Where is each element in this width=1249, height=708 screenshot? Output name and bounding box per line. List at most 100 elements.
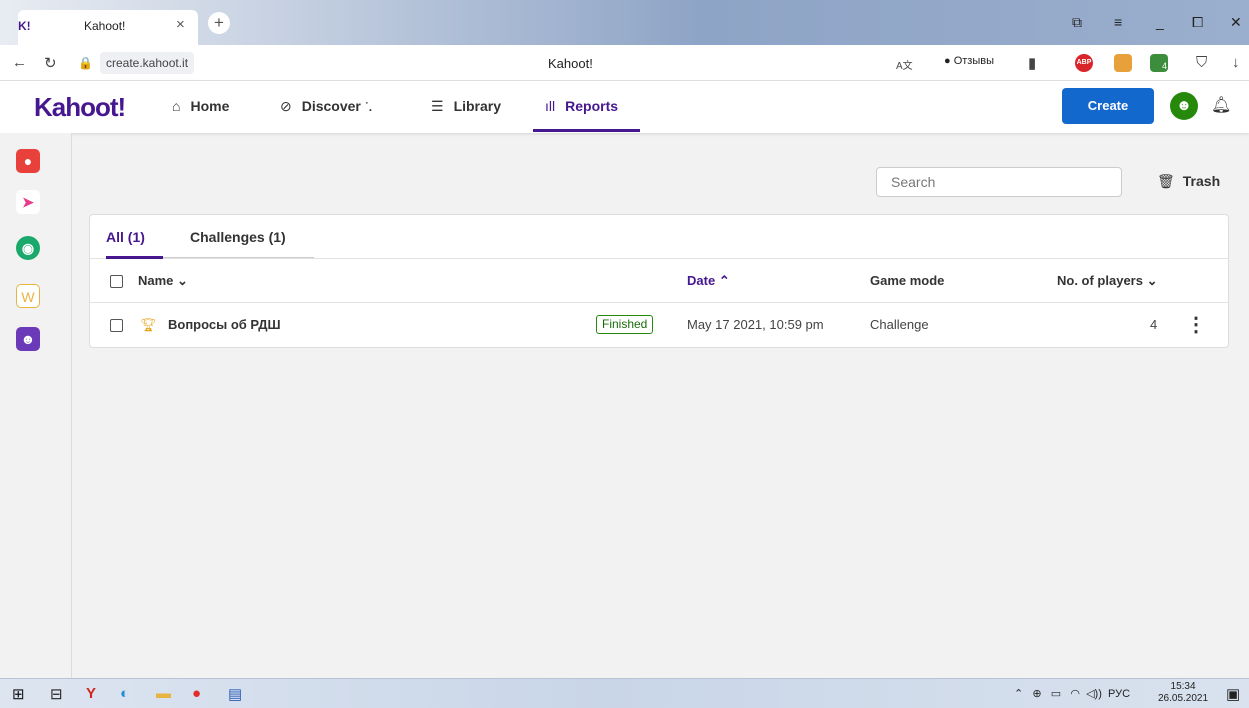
bookmark-icon[interactable]: ▮ — [1028, 54, 1036, 72]
windows-start-icon[interactable]: ⊞ — [12, 685, 25, 703]
kahoot-logo[interactable]: Kahoot! — [34, 92, 126, 123]
nav-reports-label: Reports — [565, 98, 619, 114]
feedback-label: Отзывы — [953, 55, 994, 67]
tab-underline — [163, 257, 314, 258]
column-players-label: No. of players — [1057, 273, 1143, 288]
list-icon: ☰ — [431, 98, 444, 114]
dragonbox-app-icon[interactable]: ➤ — [16, 190, 40, 214]
nav-discover-label: Discover — [301, 98, 361, 114]
home-icon: ⌂ — [172, 98, 181, 114]
sparkle-icon: ˙. — [364, 100, 373, 114]
nav-library-label: Library — [453, 98, 502, 114]
volume-icon[interactable]: ◁)) — [1086, 688, 1102, 700]
reload-icon[interactable]: ↻ — [44, 54, 57, 72]
browser-tab-title: Kahoot! — [84, 19, 126, 33]
column-name[interactable]: Name ⌄ — [138, 273, 188, 289]
clock-date: 26.05.2021 — [1158, 693, 1209, 704]
system-tray: ⌃ ⊕ ▭ ◠ ◁)) РУС — [1014, 687, 1130, 700]
extension-icon[interactable] — [1114, 54, 1132, 72]
page-title: Kahoot! — [548, 56, 593, 71]
clock-time: 15:34 — [1170, 681, 1196, 692]
pocket-icon[interactable]: ⛉ — [1196, 54, 1207, 71]
trash-button[interactable]: 🗑︎ Trash — [1157, 173, 1220, 190]
browser-tab[interactable]: K! Kahoot! × — [18, 10, 198, 45]
avatar[interactable]: ☻ — [1170, 92, 1198, 120]
url-field[interactable]: create.kahoot.it — [100, 52, 195, 74]
table-row[interactable]: 🏆︎ Вопросы об РДШ Finished May 17 2021, … — [90, 303, 1228, 347]
notifications-icon[interactable]: ▣ — [1226, 685, 1240, 703]
column-date-label: Date — [687, 273, 716, 288]
kahoot-top-nav: Kahoot! ⌂ Home ⊘ Discover ˙. ☰ Library ıll R… — [0, 81, 1249, 133]
chevron-up-icon: ⌃ — [718, 273, 730, 288]
browser-tab-strip: K! Kahoot! × + ⧉ ≡ _ ⧠ ✕ — [0, 0, 1249, 45]
status-badge: Finished — [596, 315, 654, 334]
nav-home-label: Home — [190, 98, 230, 114]
adblock-extension-icon[interactable]: ABP — [1075, 54, 1093, 72]
compass-icon: ⊘ — [280, 98, 292, 114]
table-header: Name ⌄ Date ⌃ Game mode No. of players ⌄ — [90, 259, 1228, 303]
lock-icon: 🔒 — [78, 56, 93, 70]
minimize-icon[interactable]: _ — [1156, 14, 1164, 30]
drops-app-icon[interactable]: ● — [16, 149, 40, 173]
task-view-icon[interactable]: ⊟ — [50, 685, 63, 703]
select-all-checkbox[interactable] — [110, 275, 123, 288]
language-indicator[interactable]: РУС — [1108, 688, 1130, 700]
row-checkbox[interactable] — [110, 319, 123, 332]
download-icon[interactable]: ↓ — [1232, 54, 1240, 71]
bell-icon[interactable]: 🔔︎ — [1211, 95, 1231, 115]
address-bar: ← ↻ 🔒 create.kahoot.it Kahoot! A文 ● Отзы… — [0, 45, 1249, 81]
nav-library[interactable]: ☰ Library — [431, 98, 501, 115]
report-name[interactable]: Вопросы об РДШ — [168, 317, 281, 332]
yandex-browser-icon[interactable]: Y — [86, 685, 96, 702]
more-options-icon[interactable]: ⋮ — [1186, 312, 1206, 337]
trash-label: Trash — [1182, 173, 1221, 189]
tabs-icon[interactable]: ⧉ — [1072, 14, 1082, 31]
back-icon[interactable]: ← — [12, 54, 27, 71]
translate-icon[interactable]: A文 — [896, 57, 913, 72]
kahoot-favicon: K! — [18, 19, 31, 33]
column-game-mode: Game mode — [870, 273, 945, 288]
column-date[interactable]: Date ⌃ — [687, 273, 730, 289]
trash-icon: 🗑︎ — [1157, 173, 1175, 189]
menu-icon[interactable]: ≡ — [1114, 14, 1122, 30]
active-nav-indicator — [533, 129, 640, 132]
word-app-icon[interactable]: W — [16, 284, 40, 308]
new-tab-button[interactable]: + — [208, 12, 230, 34]
word-icon[interactable]: ▤ — [228, 685, 242, 703]
close-tab-icon[interactable]: × — [176, 16, 185, 33]
extension-badge-icon[interactable]: 4 — [1150, 54, 1168, 72]
clock[interactable]: 15:34 26.05.2021 — [1158, 681, 1208, 705]
feedback-button[interactable]: ● Отзывы — [944, 55, 994, 67]
app-sidebar: ● ➤ ◉ W ☻ — [0, 133, 72, 678]
report-game-mode: Challenge — [870, 317, 929, 332]
chevron-up-icon[interactable]: ⌃ — [1014, 688, 1023, 700]
chart-icon: ıll — [545, 98, 556, 114]
close-window-icon[interactable]: ✕ — [1230, 14, 1242, 31]
tab-challenges[interactable]: Challenges (1) — [190, 229, 286, 245]
trophy-icon: 🏆︎ — [140, 317, 157, 332]
report-players: 4 — [1150, 317, 1158, 332]
monster-app-icon[interactable]: ☻ — [16, 327, 40, 351]
nav-reports[interactable]: ıll Reports — [545, 98, 618, 114]
reports-panel: All (1) Challenges (1) Name ⌄ Date ⌃ Gam… — [89, 214, 1229, 348]
tab-all[interactable]: All (1) — [106, 229, 145, 245]
yandex-icon[interactable]: ● — [192, 685, 201, 702]
network-icon[interactable]: ⊕ — [1032, 688, 1041, 700]
edge-icon[interactable]: ◐ — [120, 685, 129, 702]
battery-icon[interactable]: ▭ — [1051, 688, 1061, 700]
wifi-icon[interactable]: ◠ — [1070, 688, 1080, 700]
column-players[interactable]: No. of players ⌄ — [1057, 273, 1158, 289]
file-explorer-icon[interactable]: ▬ — [156, 685, 171, 702]
report-date: May 17 2021, 10:59 pm — [687, 317, 824, 332]
chat-app-icon[interactable]: ◉ — [16, 236, 40, 260]
nav-home[interactable]: ⌂ Home — [172, 98, 229, 114]
search-input[interactable]: Search — [876, 167, 1122, 197]
maximize-icon[interactable]: ⧠ — [1192, 14, 1203, 31]
chevron-down-icon: ⌄ — [177, 273, 188, 288]
chevron-down-icon: ⌄ — [1146, 273, 1158, 288]
nav-discover[interactable]: ⊘ Discover ˙. — [280, 98, 372, 115]
column-name-label: Name — [138, 273, 174, 288]
report-tabs: All (1) Challenges (1) — [90, 215, 1228, 259]
create-button[interactable]: Create — [1062, 88, 1154, 124]
windows-taskbar: ⊞ ⊟ Y ◐ ▬ ● ▤ ⌃ ⊕ ▭ ◠ ◁)) РУС 15:34 26.0… — [0, 678, 1249, 708]
